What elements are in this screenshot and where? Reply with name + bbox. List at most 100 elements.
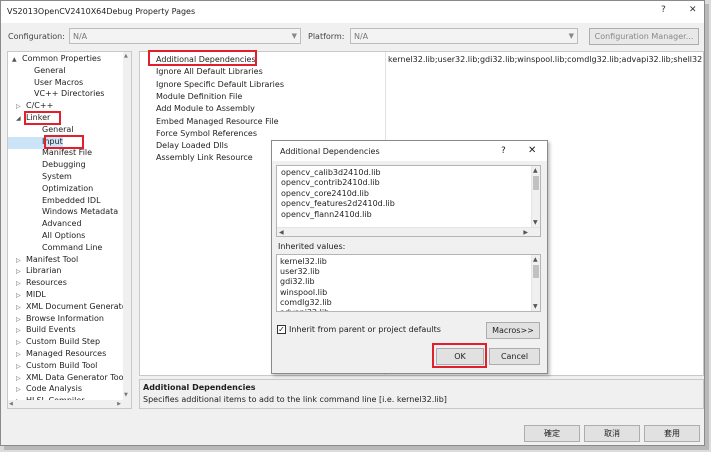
configuration-manager-button[interactable]: Configuration Manager... [589,28,699,45]
scroll-thumb[interactable] [533,265,539,278]
scroll-down-icon[interactable]: ▼ [533,219,538,226]
tree-item[interactable]: ▲ Common Properties [8,54,101,66]
configuration-dropdown[interactable]: N/A ▼ [69,28,301,44]
cancel-button[interactable]: 取消 [584,425,640,442]
tree-item-label: MIDL [26,290,46,299]
inherited-values-label: Inherited values: [278,242,346,251]
property-row[interactable]: Module Definition File [140,91,703,103]
expander-icon[interactable]: ▷ [16,351,26,358]
scroll-up-icon[interactable]: ▲ [533,167,538,174]
expander-icon[interactable]: ▷ [16,386,26,393]
expander-icon[interactable]: ▷ [16,375,26,382]
tree-item[interactable]: ▷ Resources [8,278,67,290]
tree-item[interactable]: ▷ Browse Information [8,314,104,326]
scroll-right-icon[interactable]: ▶ [117,401,121,407]
property-row[interactable]: Add Module to Assembly [140,103,703,115]
expander-icon[interactable]: ▷ [16,103,26,110]
highlight-input [44,135,84,149]
tree-item[interactable]: ▷ Manifest Tool [8,255,78,267]
property-name: Ignore All Default Libraries [156,67,263,77]
property-row[interactable]: Ignore Specific Default Libraries [140,79,703,91]
tree-item[interactable]: ▷ XML Document Generator [8,302,130,314]
expander-icon[interactable]: ▷ [16,292,26,299]
tree-item-label: System [42,172,72,181]
tree-item[interactable]: Optimization [8,184,93,196]
dependency-entry[interactable]: opencv_features2d2410d.lib [281,199,395,208]
expander-icon[interactable]: ▷ [16,268,26,275]
property-tree[interactable]: ▲ Common Properties General User Macros VC++… [7,51,132,409]
entries-vertical-scrollbar[interactable]: ▲ ▼ [531,166,540,228]
tree-item[interactable]: User Macros [8,78,83,90]
apply-button[interactable]: 套用 [644,425,700,442]
tree-item[interactable]: Debugging [8,160,86,172]
inherit-checkbox[interactable]: ✓ [277,325,286,334]
expander-icon[interactable]: ▷ [16,280,26,287]
ok-button[interactable]: 確定 [524,425,580,442]
tree-item-label: Librarian [26,266,62,276]
expander-icon[interactable]: ▷ [16,316,26,323]
inherited-vertical-scrollbar[interactable]: ▲ ▼ [531,255,540,311]
tree-item-label: User Macros [34,77,84,87]
scroll-left-icon[interactable]: ◀ [9,401,13,407]
expander-icon[interactable]: ▷ [16,339,26,346]
help-icon[interactable]: ? [661,5,666,15]
scroll-up-icon[interactable]: ▲ [533,256,538,263]
scroll-right-icon[interactable]: ▶ [523,229,528,236]
tree-item[interactable]: ▷ Custom Build Tool [8,361,97,373]
tree-item[interactable]: ▷ XML Data Generator Tool [8,373,126,385]
property-row[interactable]: Embed Managed Resource File [140,116,703,128]
tree-item[interactable]: General [8,66,66,78]
property-name: Delay Loaded Dlls [156,141,228,151]
help-icon[interactable]: ? [501,146,506,156]
tree-item[interactable]: All Options [8,231,85,243]
dependency-entry[interactable]: opencv_core2410d.lib [281,189,369,198]
macros-button[interactable]: Macros>> [486,322,540,339]
inherit-checkbox-label: Inherit from parent or project defaults [289,325,441,334]
tree-item[interactable]: Windows Metadata [8,207,118,219]
tree-item[interactable]: VC++ Directories [8,89,104,101]
entries-horizontal-scrollbar[interactable]: ◀ ▶ [277,227,540,236]
tree-item-label: Code Analysis [26,384,82,394]
close-icon[interactable]: ✕ [528,145,536,156]
scroll-thumb[interactable] [533,176,539,190]
tree-item[interactable]: ▷ MIDL [8,290,46,302]
tree-item[interactable]: Embedded IDL [8,196,101,208]
dialog-cancel-button[interactable]: Cancel [489,348,540,365]
scroll-down-icon[interactable]: ▼ [533,303,538,310]
expander-icon[interactable]: ▷ [16,327,26,334]
property-row[interactable]: Force Symbol References [140,128,703,140]
tree-item-label: Command Line [42,242,103,252]
scroll-up-icon[interactable]: ▲ [124,53,128,59]
tree-item[interactable]: System [8,172,72,184]
property-value[interactable]: kernel32.lib;user32.lib;gdi32.lib;winspo… [388,55,703,64]
expander-icon[interactable]: ▷ [16,257,26,264]
dependency-entry[interactable]: opencv_flann2410d.lib [281,210,372,219]
tree-vertical-scrollbar[interactable]: ▲ ▼ [123,52,131,408]
tree-item[interactable]: Advanced [8,219,82,231]
tree-item[interactable]: Manifest File [8,148,92,160]
dependencies-edit-box[interactable]: opencv_calib3d2410d.lib opencv_contrib241… [276,165,541,237]
tree-item[interactable]: ▷ Custom Build Step [8,337,100,349]
property-name: Ignore Specific Default Libraries [156,79,284,89]
platform-dropdown[interactable]: N/A ▼ [350,28,578,44]
tree-item[interactable]: ▷ Librarian [8,266,61,278]
highlight-linker [24,111,61,125]
tree-horizontal-scrollbar[interactable]: ◀ ▶ [8,400,131,408]
property-row[interactable]: Ignore All Default Libraries [140,66,703,78]
dependency-entry[interactable]: opencv_calib3d2410d.lib [281,168,381,177]
tree-item[interactable]: Command Line [8,243,102,255]
inherited-values-list: kernel32.lib user32.lib gdi32.lib winspool.… [276,254,541,312]
close-icon[interactable]: ✕ [689,5,697,15]
expander-icon[interactable]: ▲ [12,56,22,63]
tree-item[interactable]: ▷ Managed Resources [8,349,106,361]
tree-item-label: Managed Resources [26,349,107,358]
dependency-entry[interactable]: opencv_contrib2410d.lib [281,178,380,187]
scroll-left-icon[interactable]: ◀ [279,229,284,236]
tree-item-label: Resources [26,278,67,288]
description-text: Specifies additional items to add to the… [143,395,447,404]
scroll-down-icon[interactable]: ▼ [124,392,128,398]
expander-icon[interactable]: ▷ [16,363,26,370]
tree-item[interactable]: ▷ Build Events [8,325,76,337]
expander-icon[interactable]: ▷ [16,304,26,311]
tree-item[interactable]: ▷ Code Analysis [8,384,82,396]
